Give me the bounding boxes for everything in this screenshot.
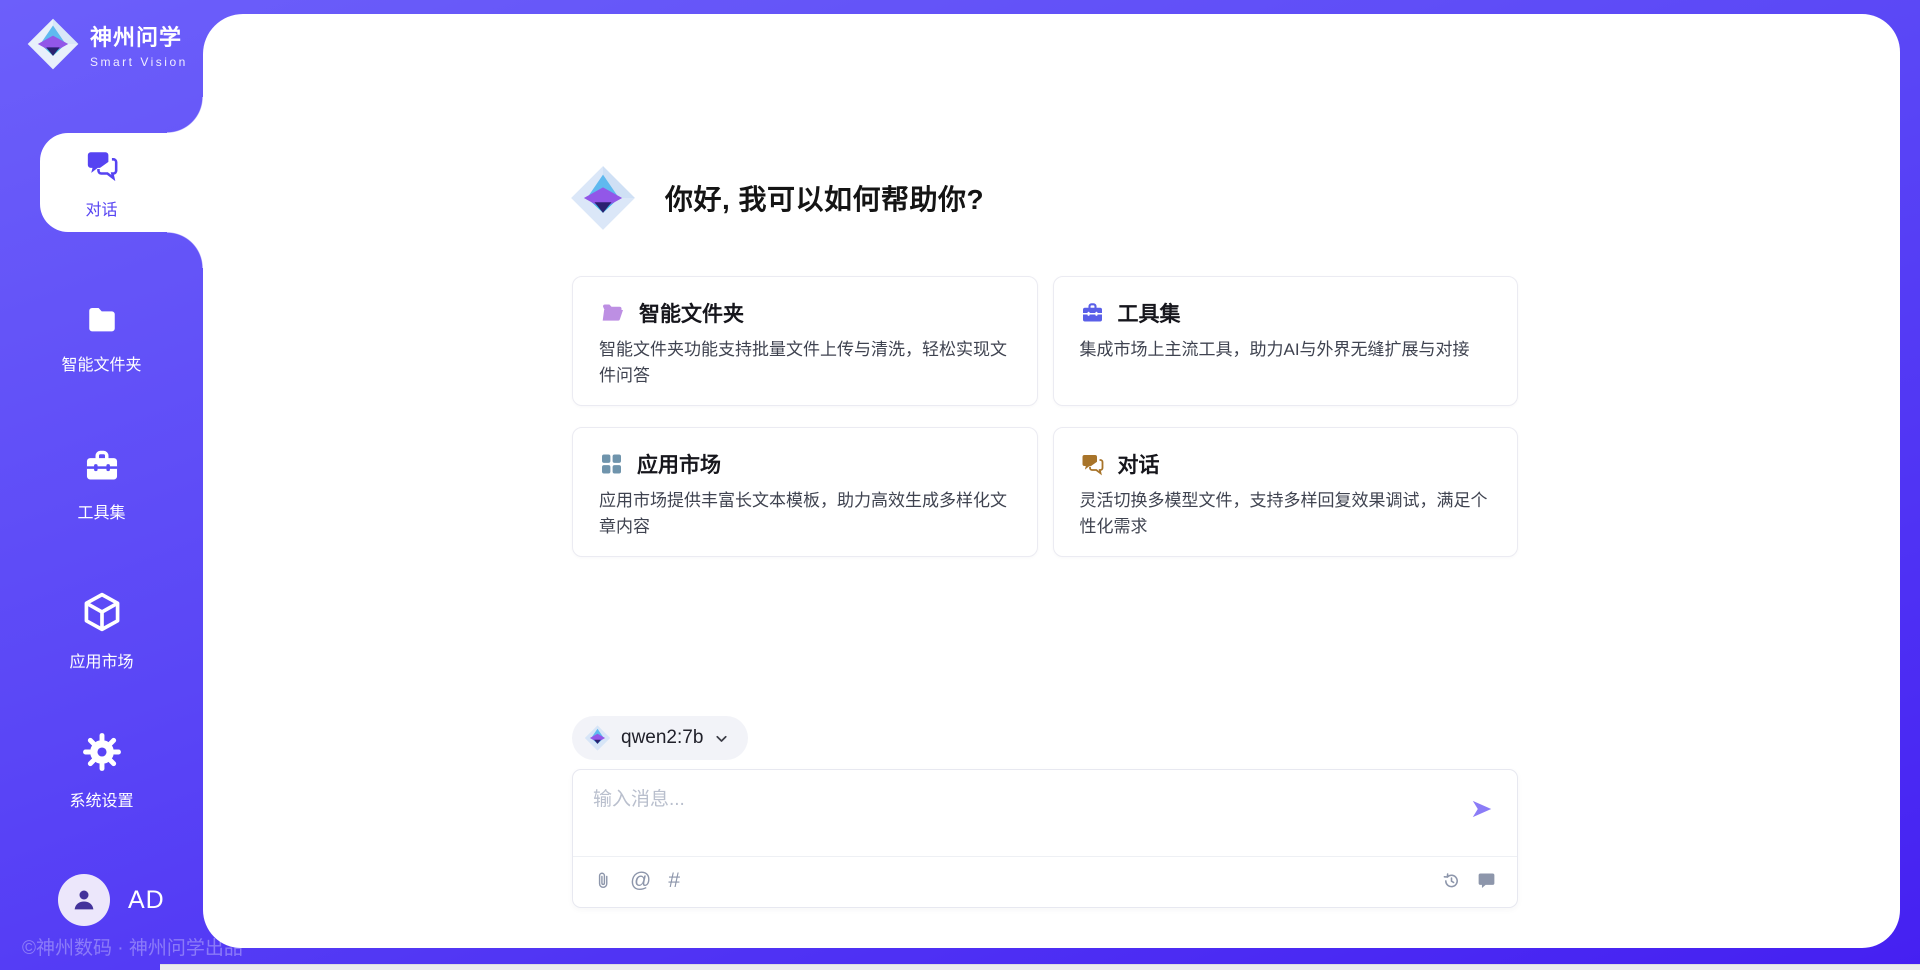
- card-description: 智能文件夹功能支持批量文件上传与清洗，轻松实现文件问答: [599, 337, 1011, 390]
- card-chat[interactable]: 对话 灵活切换多模型文件，支持多样回复效果调试，满足个性化需求: [1053, 427, 1519, 557]
- assistant-logo-icon: [569, 162, 637, 234]
- main-content: 你好, 我可以如何帮助你? 智能文件夹 智能文件夹功能支持批量文件上传与清洗，轻…: [203, 14, 1900, 948]
- gear-icon: [81, 731, 123, 773]
- active-tab-fillet-top: [167, 97, 203, 133]
- hashtag-icon[interactable]: #: [668, 871, 680, 891]
- composer-tools-right: [1441, 870, 1497, 891]
- user-name: AD: [128, 886, 165, 915]
- history-icon[interactable]: [1441, 870, 1462, 891]
- sidebar-item-settings[interactable]: 系统设置: [0, 731, 203, 811]
- sidebar-item-label: 对话: [0, 196, 203, 220]
- attachment-icon[interactable]: [593, 870, 613, 892]
- sidebar-item-label: 工具集: [0, 499, 203, 523]
- sidebar-item-toolset[interactable]: 工具集: [0, 447, 203, 523]
- sidebar: 神州问学 Smart Vision 对话 智能文件夹: [0, 0, 203, 970]
- horizontal-scrollbar[interactable]: [160, 964, 1920, 970]
- brand-text: 神州问学 Smart Vision: [90, 20, 188, 69]
- chat-bubble-icon[interactable]: [1476, 870, 1497, 891]
- sidebar-item-app-market[interactable]: 应用市场: [0, 590, 203, 672]
- sidebar-item-smart-folder[interactable]: 智能文件夹: [0, 303, 203, 375]
- active-tab-fillet-bottom: [167, 232, 203, 268]
- card-toolset[interactable]: 工具集 集成市场上主流工具，助力AI与外界无缝扩展与对接: [1053, 276, 1519, 406]
- card-description: 集成市场上主流工具，助力AI与外界无缝扩展与对接: [1080, 337, 1492, 363]
- user-profile[interactable]: AD: [58, 874, 165, 926]
- message-composer: @ #: [572, 769, 1518, 908]
- briefcase-icon: [82, 447, 122, 485]
- card-description: 灵活切换多模型文件，支持多样回复效果调试，满足个性化需求: [1080, 488, 1492, 541]
- briefcase-icon: [1080, 301, 1105, 325]
- sidebar-item-label: 系统设置: [0, 787, 203, 811]
- card-title: 应用市场: [637, 449, 721, 479]
- feature-cards: 智能文件夹 智能文件夹功能支持批量文件上传与清洗，轻松实现文件问答 工具集 集成…: [572, 276, 1518, 557]
- mention-icon[interactable]: @: [630, 871, 651, 891]
- sidebar-item-chat[interactable]: 对话: [0, 148, 203, 220]
- folder-open-icon: [599, 301, 626, 325]
- sidebar-item-label: 智能文件夹: [0, 351, 203, 375]
- folder-icon: [83, 303, 121, 337]
- message-input[interactable]: [593, 784, 1393, 846]
- greeting: 你好, 我可以如何帮助你?: [569, 162, 984, 234]
- chat-icon: [84, 148, 120, 182]
- send-icon[interactable]: [1469, 796, 1495, 822]
- card-description: 应用市场提供丰富长文本模板，助力高效生成多样化文章内容: [599, 488, 1011, 541]
- brand: 神州问学 Smart Vision: [26, 17, 188, 71]
- brand-title: 神州问学: [90, 20, 188, 52]
- card-header: 应用市场: [599, 449, 1011, 479]
- chevron-down-icon: [713, 730, 730, 747]
- brand-subtitle: Smart Vision: [90, 55, 188, 69]
- card-header: 智能文件夹: [599, 298, 1011, 328]
- sidebar-item-label: 应用市场: [0, 648, 203, 672]
- card-app-market[interactable]: 应用市场 应用市场提供丰富长文本模板，助力高效生成多样化文章内容: [572, 427, 1038, 557]
- brand-logo-icon: [26, 17, 80, 71]
- model-name: qwen2:7b: [621, 727, 703, 749]
- card-header: 对话: [1080, 449, 1492, 479]
- cube-icon: [80, 590, 124, 634]
- grid-icon: [599, 452, 624, 476]
- composer-divider: [573, 856, 1517, 857]
- card-header: 工具集: [1080, 298, 1492, 328]
- model-logo-icon: [584, 724, 611, 752]
- card-title: 对话: [1118, 449, 1160, 479]
- chat-icon: [1080, 452, 1105, 476]
- card-title: 智能文件夹: [639, 298, 744, 328]
- greeting-text: 你好, 我可以如何帮助你?: [665, 178, 984, 218]
- card-title: 工具集: [1118, 298, 1181, 328]
- avatar: [58, 874, 110, 926]
- composer-tools-left: @ #: [593, 870, 680, 892]
- model-selector[interactable]: qwen2:7b: [572, 716, 748, 760]
- card-smart-folder[interactable]: 智能文件夹 智能文件夹功能支持批量文件上传与清洗，轻松实现文件问答: [572, 276, 1038, 406]
